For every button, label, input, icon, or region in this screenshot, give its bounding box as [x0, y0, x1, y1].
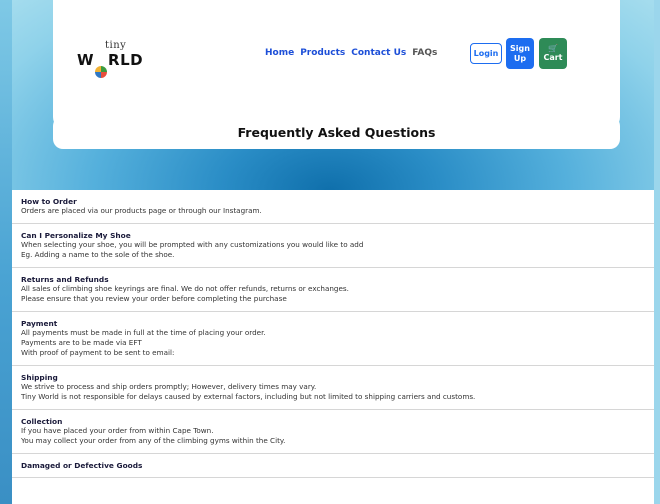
faq-answer-line: Orders are placed via our products page … — [21, 206, 262, 215]
signup-label-line1: Sign — [510, 43, 530, 53]
faq-item: Payment All payments must be made in ful… — [12, 312, 654, 366]
nav-products-link[interactable]: Products — [300, 48, 345, 58]
faq-item: Returns and Refunds All sales of climbin… — [12, 268, 654, 312]
faq-question: Can I Personalize My Shoe — [21, 231, 131, 240]
page-title: Frequently Asked Questions — [53, 116, 620, 149]
brand-logo[interactable]: tiny WORLD — [77, 40, 147, 78]
faq-list: How to Order Orders are placed via our p… — [12, 190, 654, 504]
faq-answer-line: All payments must be made in full at the… — [21, 328, 266, 337]
nav-faqs-link[interactable]: FAQs — [412, 48, 437, 58]
faq-question: Collection — [21, 417, 63, 426]
logo-letter-w: W — [77, 51, 95, 69]
faq-answer-line: If you have placed your order from withi… — [21, 426, 214, 435]
logo-letters-rld: RLD — [108, 51, 144, 69]
faq-answer-line: You may collect your order from any of t… — [21, 436, 286, 445]
cart-icon: 🛒 — [548, 44, 558, 53]
signup-button[interactable]: Sign Up — [506, 38, 534, 69]
faq-answer-line: With proof of payment to be sent to emai… — [21, 348, 175, 357]
faq-item: Collection If you have placed your order… — [12, 410, 654, 454]
nav-contact-link[interactable]: Contact Us — [351, 48, 406, 58]
faq-answer-line: Eg. Adding a name to the sole of the sho… — [21, 250, 175, 259]
faq-question: Returns and Refunds — [21, 275, 109, 284]
faq-question: Shipping — [21, 373, 58, 382]
faq-item: How to Order Orders are placed via our p… — [12, 190, 654, 224]
signup-label-line2: Up — [513, 53, 527, 63]
logo-world-text: WORLD — [77, 51, 143, 78]
faq-answer-line: We strive to process and ship orders pro… — [21, 382, 317, 391]
faq-answer-line: When selecting your shoe, you will be pr… — [21, 240, 364, 249]
login-button[interactable]: Login — [470, 43, 502, 64]
main-nav: Home Products Contact Us FAQs — [265, 48, 437, 58]
globe-icon: O — [95, 66, 108, 78]
faq-answer-line: Please ensure that you review your order… — [21, 294, 287, 303]
cart-button[interactable]: 🛒 Cart — [539, 38, 567, 69]
faq-item: Can I Personalize My Shoe When selecting… — [12, 224, 654, 268]
faq-question: How to Order — [21, 197, 77, 206]
faq-answer-line: Tiny World is not responsible for delays… — [21, 392, 476, 401]
background-frame-left — [0, 0, 12, 504]
faq-answer-line: Payments are to be made via EFT — [21, 338, 142, 347]
logo-tiny-text: tiny — [105, 40, 127, 51]
faq-item: Shipping We strive to process and ship o… — [12, 366, 654, 410]
cart-label: Cart — [543, 53, 563, 62]
nav-home-link[interactable]: Home — [265, 48, 294, 58]
faq-answer-line: All sales of climbing shoe keyrings are … — [21, 284, 349, 293]
faq-item: Damaged or Defective Goods — [12, 454, 654, 478]
site-header: tiny WORLD Home Products Contact Us FAQs… — [53, 0, 620, 131]
faq-question: Damaged or Defective Goods — [21, 461, 143, 470]
background-frame-right — [654, 0, 660, 504]
faq-question: Payment — [21, 319, 58, 328]
signup-label: Sign Up — [510, 44, 530, 64]
